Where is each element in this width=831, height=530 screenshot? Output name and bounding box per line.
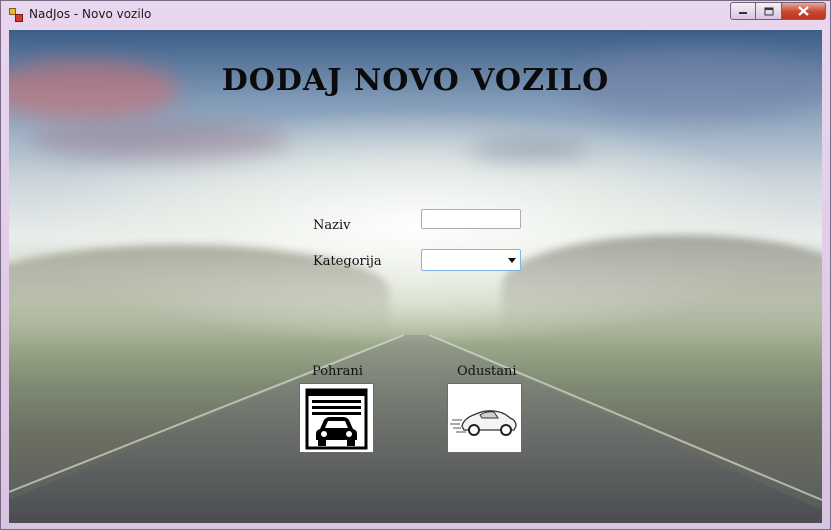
pohrani-label: Pohrani: [312, 364, 363, 379]
close-button[interactable]: [782, 2, 826, 20]
form-client-area: DODAJ NOVO VOZILO Naziv Kategorija Pohra…: [9, 30, 822, 523]
app-window: NadJos - Novo vozilo DODAJ NOVO VOZILO N…: [0, 0, 831, 530]
naziv-label: Naziv: [313, 218, 351, 233]
kategorija-select[interactable]: [421, 249, 521, 271]
title-bar[interactable]: NadJos - Novo vozilo: [1, 1, 830, 29]
app-icon[interactable]: [9, 8, 23, 22]
window-title: NadJos - Novo vozilo: [29, 7, 152, 21]
maximize-icon: [764, 7, 773, 15]
kategorija-label: Kategorija: [313, 254, 382, 269]
minimize-button[interactable]: [730, 2, 756, 20]
maximize-button[interactable]: [756, 2, 782, 20]
naziv-input[interactable]: [421, 209, 521, 229]
odustani-button[interactable]: [447, 383, 522, 453]
page-title: DODAJ NOVO VOZILO: [221, 63, 610, 98]
odustani-label: Odustani: [457, 364, 517, 379]
chevron-down-icon[interactable]: [508, 258, 516, 263]
close-icon: [798, 6, 809, 16]
garage-car-icon: [305, 388, 368, 450]
pohrani-button[interactable]: [299, 383, 374, 453]
minimize-icon: [739, 12, 747, 14]
speeding-car-icon: [450, 410, 517, 436]
window-controls: [730, 2, 826, 21]
background-road-image: [9, 334, 822, 523]
